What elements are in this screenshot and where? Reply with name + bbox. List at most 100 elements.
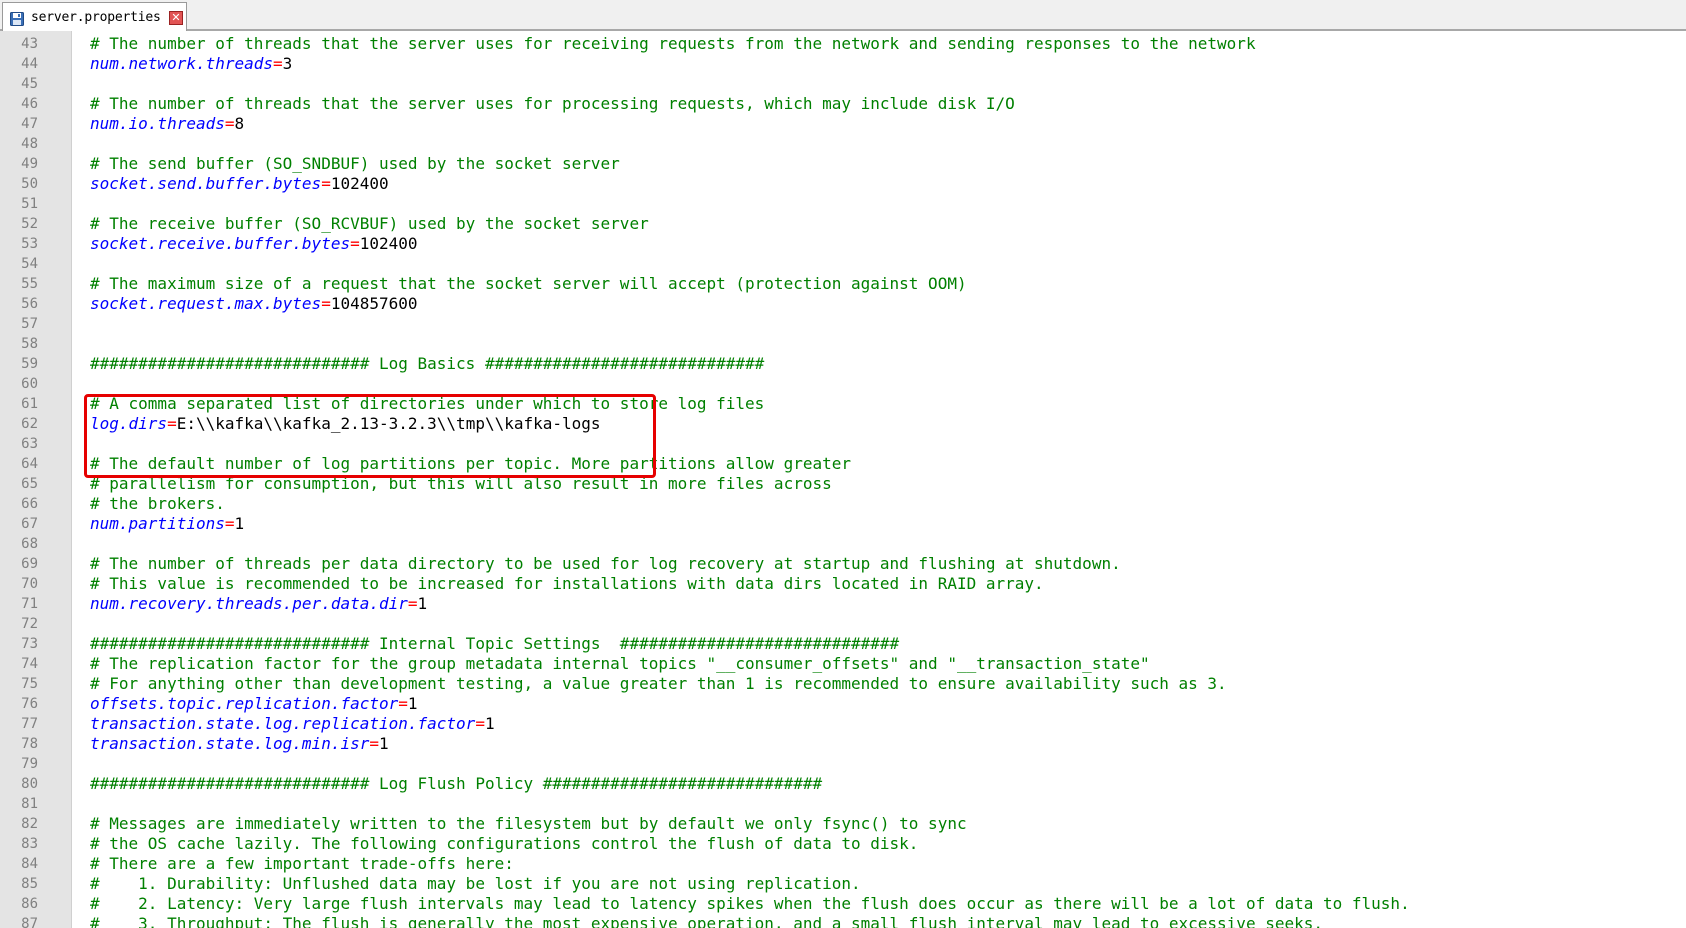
code-line[interactable]: 48 <box>0 134 1686 154</box>
line-number: 79 <box>21 756 38 772</box>
comment-text: ############################# Internal T… <box>90 634 900 653</box>
code-line[interactable]: 82 # Messages are immediately written to … <box>0 814 1686 834</box>
code-line[interactable]: 49 # The send buffer (SO_SNDBUF) used by … <box>0 154 1686 174</box>
line-number: 76 <box>21 696 38 712</box>
line-number: 58 <box>21 336 38 352</box>
property-key: socket.request.max.bytes <box>90 294 322 313</box>
code-line[interactable]: 58 <box>0 334 1686 354</box>
code-line[interactable]: 68 <box>0 534 1686 554</box>
code-line[interactable]: 46 # The number of threads that the serve… <box>0 94 1686 114</box>
code-line[interactable]: 65 # parallelism for consumption, but thi… <box>0 474 1686 494</box>
code-text: # A comma separated list of directories … <box>90 394 764 414</box>
code-line[interactable]: 47 num.io.threads=8 <box>0 114 1686 134</box>
code-line[interactable]: 66 # the brokers. <box>0 494 1686 514</box>
property-value: 1 <box>417 594 428 613</box>
code-line[interactable]: 74 # The replication factor for the group… <box>0 654 1686 674</box>
code-line[interactable]: 63 <box>0 434 1686 454</box>
equals-sign: = <box>224 114 235 133</box>
line-number: 66 <box>21 496 38 512</box>
line-number: 47 <box>21 116 38 132</box>
equals-sign: = <box>321 174 331 193</box>
code-text: socket.send.buffer.bytes=102400 <box>90 174 389 194</box>
code-line[interactable]: 75 # For anything other than development … <box>0 674 1686 694</box>
comment-text: ############################# Log Basics… <box>90 354 765 373</box>
code-line[interactable]: 55 # The maximum size of a request that t… <box>0 274 1686 294</box>
line-number: 60 <box>21 376 38 392</box>
code-line[interactable]: 71 num.recovery.threads.per.data.dir=1 <box>0 594 1686 614</box>
code-line[interactable]: 59 ############################# Log Basi… <box>0 354 1686 374</box>
code-line[interactable]: 51 <box>0 194 1686 214</box>
code-line[interactable]: 56 socket.request.max.bytes=104857600 <box>0 294 1686 314</box>
code-line[interactable]: 86 # 2. Latency: Very large flush interva… <box>0 894 1686 914</box>
code-text: # Messages are immediately written to th… <box>90 814 967 834</box>
line-number: 46 <box>21 96 38 112</box>
line-number: 44 <box>21 56 38 72</box>
property-value: 8 <box>234 114 245 133</box>
code-line[interactable]: 57 <box>0 314 1686 334</box>
editor-pane[interactable]: 43 # The number of threads that the serve… <box>0 31 1686 928</box>
code-line[interactable]: 67 num.partitions=1 <box>0 514 1686 534</box>
code-line[interactable]: 43 # The number of threads that the serve… <box>0 34 1686 54</box>
code-line[interactable]: 54 <box>0 254 1686 274</box>
line-number: 82 <box>21 816 38 832</box>
code-line[interactable]: 50 socket.send.buffer.bytes=102400 <box>0 174 1686 194</box>
property-value: 1 <box>234 514 245 533</box>
code-line[interactable]: 61 # A comma separated list of directorie… <box>0 394 1686 414</box>
tab-server-properties[interactable]: server.properties ✕ <box>2 2 187 31</box>
code-text: ############################# Internal T… <box>90 634 899 654</box>
line-number: 45 <box>21 76 38 92</box>
code-text: # the brokers. <box>90 494 225 514</box>
code-text: # The receive buffer (SO_RCVBUF) used by… <box>90 214 649 234</box>
code-line[interactable]: 64 # The default number of log partitions… <box>0 454 1686 474</box>
code-line[interactable]: 79 <box>0 754 1686 774</box>
code-text: ############################# Log Basics… <box>90 354 764 374</box>
comment-text: # the OS cache lazily. The following con… <box>90 834 919 853</box>
line-number: 61 <box>21 396 38 412</box>
line-number: 85 <box>21 876 38 892</box>
code-text: # 3. Throughput: The flush is generally … <box>90 914 1323 928</box>
code-line[interactable]: 44 num.network.threads=3 <box>0 54 1686 74</box>
equals-sign: = <box>369 734 379 753</box>
code-line[interactable]: 83 # the OS cache lazily. The following c… <box>0 834 1686 854</box>
code-line[interactable]: 84 # There are a few important trade-offs… <box>0 854 1686 874</box>
equals-sign: = <box>321 294 331 313</box>
code-line[interactable]: 69 # The number of threads per data direc… <box>0 554 1686 574</box>
comment-text: # 2. Latency: Very large flush intervals… <box>90 894 1410 913</box>
code-line[interactable]: 81 <box>0 794 1686 814</box>
line-number: 74 <box>21 656 38 672</box>
line-number: 63 <box>21 436 38 452</box>
line-number: 86 <box>21 896 38 912</box>
code-text: # The replication factor for the group m… <box>90 654 1150 674</box>
line-number: 49 <box>21 156 38 172</box>
code-line[interactable]: 87 # 3. Throughput: The flush is generall… <box>0 914 1686 928</box>
code-line[interactable]: 80 ############################# Log Flus… <box>0 774 1686 794</box>
code-line[interactable]: 76 offsets.topic.replication.factor=1 <box>0 694 1686 714</box>
comment-text: # The number of threads that the server … <box>90 94 1015 113</box>
equals-sign: = <box>407 594 418 613</box>
code-line[interactable]: 72 <box>0 614 1686 634</box>
code-line[interactable]: 70 # This value is recommended to be incr… <box>0 574 1686 594</box>
code-line[interactable]: 78 transaction.state.log.min.isr=1 <box>0 734 1686 754</box>
comment-text: # For anything other than development te… <box>90 674 1227 693</box>
property-value: 1 <box>484 714 495 733</box>
line-number: 68 <box>21 536 38 552</box>
close-icon[interactable]: ✕ <box>169 11 183 25</box>
comment-text: ############################# Log Flush … <box>90 774 823 793</box>
line-number: 69 <box>21 556 38 572</box>
code-text: # This value is recommended to be increa… <box>90 574 1044 594</box>
code-text: offsets.topic.replication.factor=1 <box>90 694 418 714</box>
code-line[interactable]: 77 transaction.state.log.replication.fact… <box>0 714 1686 734</box>
code-line[interactable]: 62 log.dirs=E:\\kafka\\kafka_2.13-3.2.3\\… <box>0 414 1686 434</box>
code-line[interactable]: 45 <box>0 74 1686 94</box>
property-key: num.recovery.threads.per.data.dir <box>90 594 408 613</box>
code-text: socket.receive.buffer.bytes=102400 <box>90 234 418 254</box>
code-line[interactable]: 52 # The receive buffer (SO_RCVBUF) used … <box>0 214 1686 234</box>
property-value: 1 <box>379 734 389 753</box>
line-number: 62 <box>21 416 38 432</box>
line-number: 65 <box>21 476 38 492</box>
code-line[interactable]: 85 # 1. Durability: Unflushed data may be… <box>0 874 1686 894</box>
code-line[interactable]: 53 socket.receive.buffer.bytes=102400 <box>0 234 1686 254</box>
code-line[interactable]: 73 ############################# Internal… <box>0 634 1686 654</box>
property-value: 102400 <box>330 174 389 193</box>
code-line[interactable]: 60 <box>0 374 1686 394</box>
